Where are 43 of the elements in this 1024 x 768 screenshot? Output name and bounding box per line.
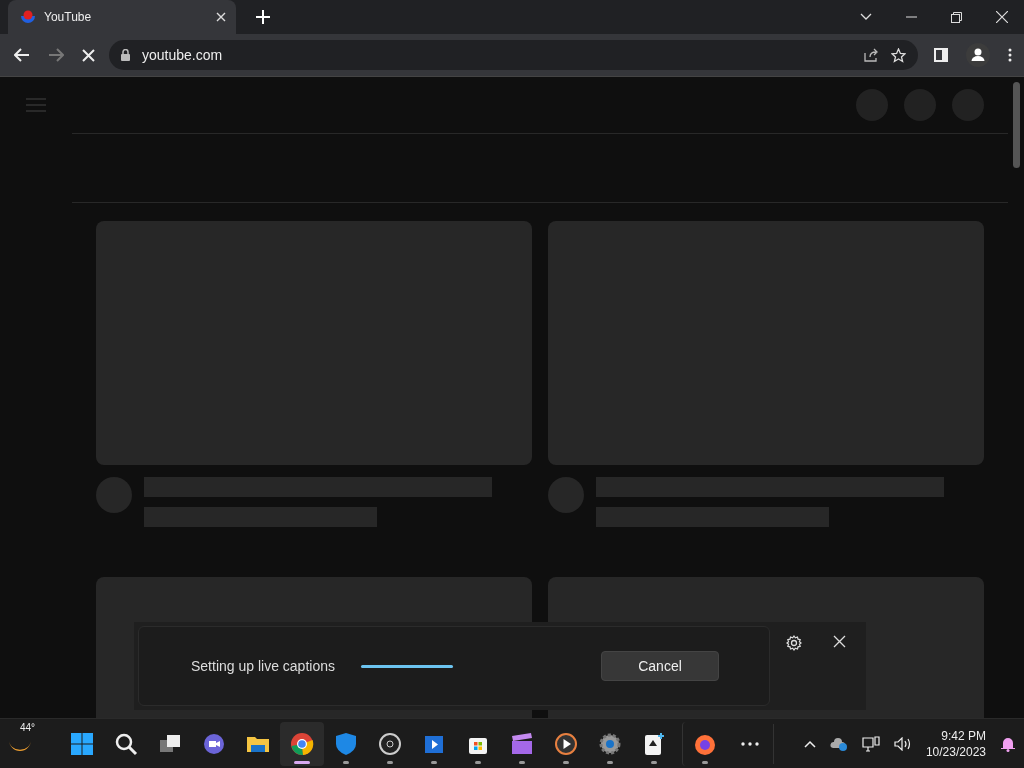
close-icon[interactable] bbox=[833, 635, 847, 648]
address-bar[interactable]: youtube.com bbox=[109, 40, 918, 70]
more-icon[interactable] bbox=[741, 741, 759, 746]
time: 9:42 PM bbox=[941, 727, 986, 744]
forward-arrow-icon[interactable] bbox=[48, 48, 64, 62]
bell-icon[interactable] bbox=[1000, 735, 1016, 752]
cancel-button[interactable]: Cancel bbox=[601, 651, 719, 681]
start-icon bbox=[70, 731, 94, 756]
new-tab-icon[interactable] bbox=[256, 10, 270, 24]
side-panel-icon[interactable] bbox=[934, 48, 948, 62]
chevron-down-icon[interactable] bbox=[860, 13, 872, 21]
lock-icon bbox=[121, 49, 130, 61]
share-icon[interactable] bbox=[864, 48, 879, 62]
more-options-icon[interactable] bbox=[1008, 48, 1012, 62]
cloud-icon[interactable] bbox=[829, 736, 848, 751]
clapperboard-icon bbox=[510, 731, 534, 756]
status-message: Setting up live captions bbox=[191, 658, 335, 674]
temperature: 44° bbox=[20, 721, 36, 733]
stop-loading-icon[interactable] bbox=[82, 48, 95, 62]
avatar-placeholder bbox=[96, 477, 132, 513]
close-icon[interactable] bbox=[996, 11, 1008, 23]
close-icon[interactable] bbox=[216, 12, 226, 22]
avatar-placeholder bbox=[548, 477, 584, 513]
cards-icon bbox=[642, 731, 666, 756]
settings-icon[interactable] bbox=[785, 635, 802, 651]
gear-icon bbox=[598, 731, 622, 756]
taskbar-app[interactable] bbox=[280, 721, 324, 766]
network-icon[interactable] bbox=[861, 735, 880, 752]
browser-icon bbox=[290, 731, 314, 756]
date: 10/23/2023 bbox=[925, 743, 986, 760]
profile-icon[interactable] bbox=[966, 43, 990, 67]
browser-tab[interactable]: YouTube bbox=[8, 0, 236, 34]
search-icon bbox=[114, 731, 138, 756]
restore-icon[interactable] bbox=[951, 11, 962, 23]
star-icon[interactable] bbox=[891, 47, 906, 63]
back-arrow-icon[interactable] bbox=[14, 48, 30, 62]
chevron-up-icon[interactable] bbox=[803, 739, 816, 748]
shield-icon bbox=[334, 731, 358, 756]
speaker-icon[interactable] bbox=[893, 736, 912, 751]
scrollbar-thumb[interactable] bbox=[1012, 82, 1020, 168]
camera-chat-icon bbox=[202, 731, 226, 756]
clock[interactable]: 9:42 PM 10/23/2023 bbox=[925, 727, 986, 760]
record-icon bbox=[378, 731, 402, 756]
